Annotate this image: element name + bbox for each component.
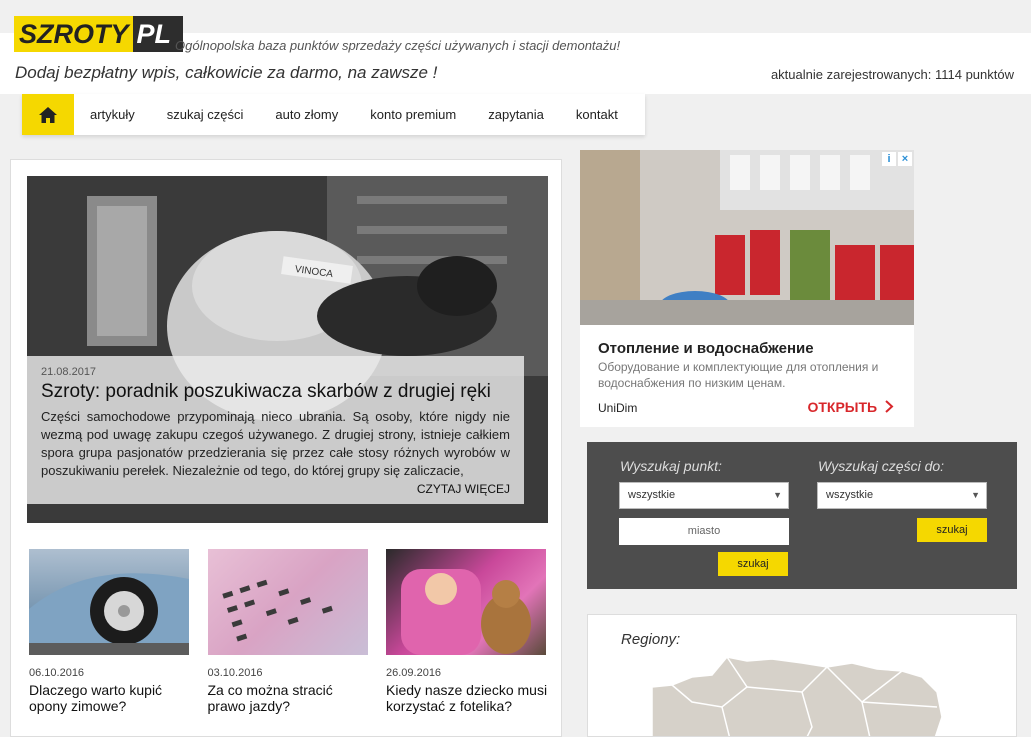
- driving-license-image: [221, 579, 333, 642]
- child-seat-image: [401, 569, 531, 655]
- regions-label: Regiony:: [621, 631, 681, 648]
- info-icon[interactable]: i: [882, 152, 896, 166]
- point-search-button[interactable]: szukaj: [718, 552, 788, 576]
- car-wheel-image: [29, 573, 189, 655]
- nav-item-kontakt[interactable]: kontakt: [560, 94, 634, 135]
- article-date: 06.10.2016: [29, 667, 85, 679]
- article-date: 26.09.2016: [386, 667, 442, 679]
- article-title[interactable]: Kiedy nasze dziecko musi korzystać z fot…: [386, 682, 549, 714]
- parts-search-label: Wyszukaj części do:: [818, 458, 945, 474]
- point-select[interactable]: wszystkie ▼: [619, 482, 789, 509]
- nav-item-zapytania[interactable]: zapytania: [472, 94, 560, 135]
- regions-panel: Regiony:: [587, 614, 1017, 737]
- ad-brand: UniDim: [598, 401, 638, 415]
- article-thumbnail[interactable]: [29, 549, 189, 655]
- chevron-right-icon: [885, 400, 894, 413]
- close-icon[interactable]: ×: [898, 152, 912, 166]
- nav-home[interactable]: [22, 94, 74, 135]
- article-thumbnail[interactable]: [386, 549, 546, 655]
- hero-title[interactable]: Szroty: poradnik poszukiwacza skarbów z …: [41, 381, 510, 403]
- hero-date: 21.08.2017: [41, 366, 97, 378]
- nav-item-konto-premium[interactable]: konto premium: [354, 94, 472, 135]
- article-card[interactable]: 03.10.2016 Za co można stracić prawo jaz…: [207, 549, 371, 714]
- ad-title[interactable]: Отопление и водоснабжение: [598, 340, 814, 357]
- advertisement[interactable]: i × Отопление и водоснабжение Оборудован…: [580, 150, 914, 427]
- ad-cta-label: ОТКРЫТЬ: [807, 399, 878, 415]
- article-date: 03.10.2016: [207, 667, 263, 679]
- site-logo[interactable]: SZROTY PL: [14, 16, 184, 52]
- ad-open-button[interactable]: ОТКРЫТЬ: [807, 399, 894, 415]
- registered-count: aktualnie zarejestrowanych: 1114 punktów: [770, 67, 1014, 82]
- nav-item-auto-zlomy[interactable]: auto złomy: [259, 94, 354, 135]
- main-nav: artykuły szukaj części auto złomy konto …: [22, 94, 645, 135]
- home-icon: [39, 106, 57, 123]
- article-list: 06.10.2016 Dlaczego warto kupić opony zi…: [29, 549, 549, 714]
- dropdown-arrow-icon: ▼: [971, 490, 980, 500]
- promo-link[interactable]: Dodaj bezpłatny wpis, całkowicie za darm…: [15, 63, 437, 83]
- logo-part-szroty: SZROTY: [14, 16, 133, 52]
- dropdown-arrow-icon: ▼: [773, 490, 782, 500]
- article-card[interactable]: 06.10.2016 Dlaczego warto kupić opony zi…: [29, 549, 192, 714]
- article-title[interactable]: Za co można stracić prawo jazdy?: [208, 682, 371, 714]
- article-card[interactable]: 26.09.2016 Kiedy nasze dziecko musi korz…: [386, 549, 549, 714]
- article-thumbnail[interactable]: [207, 549, 368, 655]
- nav-item-szukaj-czesci[interactable]: szukaj części: [151, 94, 260, 135]
- header: SZROTY PL Ogólnopolska baza punktów sprz…: [0, 0, 1031, 94]
- point-select-value: wszystkie: [628, 489, 676, 501]
- tagline: Ogólnopolska baza punktów sprzedaży częś…: [175, 38, 621, 53]
- search-panel: Wyszukaj punkt: wszystkie ▼ miasto szuka…: [587, 442, 1017, 589]
- city-input[interactable]: miasto: [619, 518, 789, 545]
- point-search-label: Wyszukaj punkt:: [620, 458, 722, 474]
- hero-overlay: 21.08.2017 Szroty: poradnik poszukiwacza…: [27, 356, 524, 504]
- nav-item-artykuly[interactable]: artykuły: [74, 94, 151, 135]
- article-title[interactable]: Dlaczego warto kupić opony zimowe?: [29, 682, 192, 714]
- parts-select[interactable]: wszystkie ▼: [817, 482, 987, 509]
- main-content: VINOCA 21.08.2017 Szroty: poradnik poszu…: [10, 159, 562, 737]
- parts-search-button[interactable]: szukaj: [917, 518, 987, 542]
- ad-image[interactable]: i ×: [580, 150, 914, 325]
- parts-select-value: wszystkie: [826, 489, 874, 501]
- hero-article[interactable]: VINOCA 21.08.2017 Szroty: poradnik poszu…: [27, 176, 548, 523]
- ad-badges: i ×: [882, 152, 912, 166]
- ad-description: Оборудование и комплектующие для отоплен…: [598, 360, 879, 390]
- hero-excerpt: Części samochodowe przypominają nieco ub…: [41, 409, 510, 478]
- poland-regions-map[interactable]: [652, 647, 952, 737]
- read-more-link[interactable]: CZYTAJ WIĘCEJ: [417, 482, 510, 496]
- boiler-showroom-image: [580, 150, 914, 325]
